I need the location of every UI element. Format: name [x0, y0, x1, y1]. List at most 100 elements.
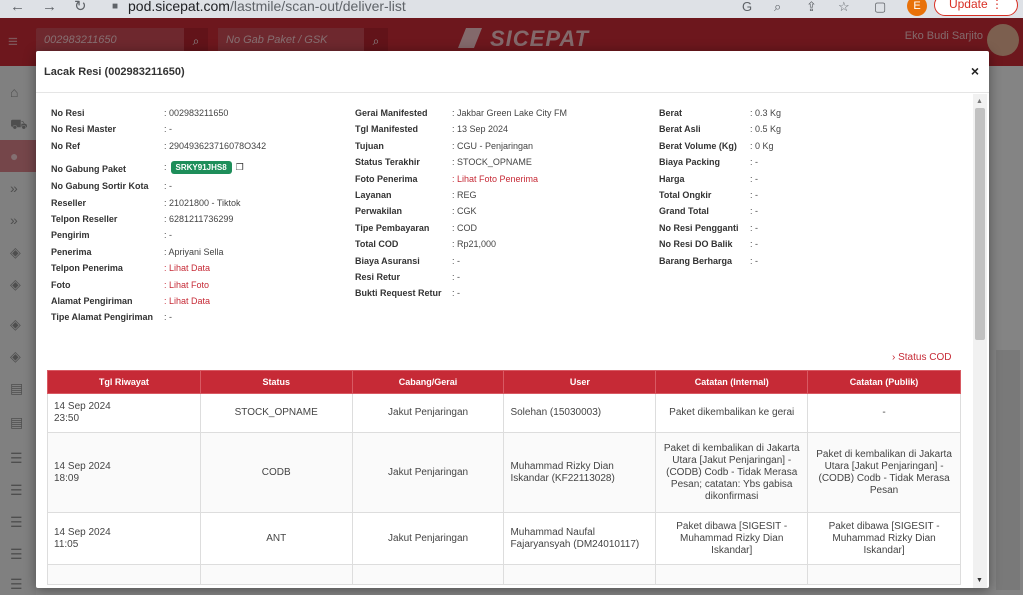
time-text: 18:09 [54, 472, 80, 484]
lock-icon: ■ [112, 1, 119, 12]
info-label: Biaya Packing [659, 157, 721, 168]
cell-public-note: - [807, 393, 961, 433]
info-value: : REG [452, 190, 477, 200]
info-label: Grand Total [659, 206, 709, 217]
modal-body: No Resi: 002983211650 No Resi Master: - No… [36, 94, 989, 588]
info-value-text: : - [452, 255, 460, 266]
update-button[interactable]: Update ⋮ [934, 0, 1018, 16]
info-row: Foto Penerima: Lihat Foto Penerima [355, 174, 645, 190]
info-value: : - [164, 230, 172, 240]
profile-avatar[interactable]: E [907, 0, 927, 16]
col-header-user: User [503, 370, 657, 394]
cell-branch: Jakut Penjaringan [351, 432, 505, 513]
info-label: Berat Asli [659, 124, 701, 135]
info-value-text[interactable]: : Lihat Foto Penerima [452, 174, 538, 184]
info-row: No Ref: 290493623716078O342 [51, 141, 351, 157]
share-icon[interactable]: ⇪ [806, 0, 817, 16]
info-value: : CGK [452, 206, 477, 216]
info-link[interactable]: : Lihat Data [164, 296, 210, 306]
copy-icon[interactable]: ❐ [236, 162, 244, 173]
info-label: Harga [659, 173, 685, 184]
info-row: Biaya Packing : - [659, 157, 959, 173]
info-row: Tgl Manifested: 13 Sep 2024 [355, 124, 645, 140]
info-row: Total COD: Rp21,000 [355, 239, 645, 255]
date-text: 14 Sep 2024 [54, 460, 111, 472]
info-link[interactable]: : Lihat Foto Penerima [452, 174, 538, 184]
modal-title: Lacak Resi (002983211650) [44, 66, 185, 78]
info-row: No Resi: 002983211650 [51, 108, 351, 124]
info-row: Perwakilan : CGK [355, 206, 645, 222]
cell-user: Muhammad Rizky Dian Iskandar (KF22113028… [503, 432, 657, 513]
info-row: Pengirim: - [51, 230, 351, 246]
info-value-text[interactable]: : Lihat Data [164, 263, 210, 273]
tab-window-icon[interactable]: ▢ [874, 0, 886, 16]
reload-icon[interactable]: ↻ [74, 0, 87, 16]
info-label: Biaya Asuransi [355, 255, 420, 266]
info-value: : - [452, 272, 460, 282]
info-value-text: : Jakbar Green Lake City FM [452, 108, 568, 118]
zoom-icon[interactable]: ⌕ [774, 0, 781, 16]
scrollbar-thumb[interactable] [975, 108, 985, 340]
info-row: Tipe Alamat Pengiriman: - [51, 312, 351, 328]
info-column-shipment: No Resi: 002983211650 No Resi Master: - No… [51, 108, 351, 329]
info-row: Tujuan: CGU - Penjaringan [355, 141, 645, 157]
info-row: Tipe Pembayaran: COD [355, 223, 645, 239]
info-value-text: : Apriyani Sella [164, 246, 224, 257]
info-row: Harga: - [659, 174, 959, 190]
info-value: : 0 Kg [750, 141, 774, 151]
forward-arrow-icon[interactable]: → [42, 0, 57, 16]
info-label: No Resi Pengganti [659, 222, 739, 233]
info-row: Biaya Asuransi : - [355, 256, 645, 272]
time-text: 11:05 [54, 538, 79, 550]
info-row: No Resi Pengganti : - [659, 223, 959, 239]
col-header-internal-note: Catatan (Internal) [655, 370, 809, 394]
info-value: : 21021800 - Tiktok [164, 198, 241, 208]
info-value: : COD [452, 223, 477, 233]
info-value-text: : - [750, 206, 758, 217]
info-row: No Gabung Sortir Kota: - [51, 181, 351, 197]
info-label: Perwakilan [355, 206, 403, 217]
info-value-text: : Rp21,000 [452, 239, 497, 250]
back-arrow-icon[interactable]: ← [10, 0, 25, 16]
info-value-text[interactable]: : Lihat Data [164, 296, 210, 306]
modal-scrollbar[interactable]: ▲ ▼ [973, 94, 987, 588]
info-value: : - [164, 312, 172, 322]
info-value-text: : - [750, 222, 758, 233]
info-link[interactable]: : Lihat Foto [164, 280, 209, 290]
gabung-paket-badge[interactable]: SRKY91JHS8 [170, 161, 232, 175]
info-value-text: : COD [452, 222, 478, 233]
info-value-text: : - [750, 189, 758, 200]
col-header-date: Tgl Riwayat [47, 370, 201, 394]
info-value-text: : STOCK_OPNAME [452, 157, 532, 168]
url-path: /lastmile/scan-out/deliver-list [229, 0, 406, 14]
address-bar[interactable]: pod.sicepat.com/lastmile/scan-out/delive… [128, 0, 406, 15]
info-label: Bukti Request Retur [355, 288, 442, 299]
cell-user: Solehan (15030003) [503, 393, 657, 433]
cell-public-note: Paket di kembalikan di Jakarta Utara [Ja… [807, 432, 961, 513]
scroll-down-icon[interactable]: ▼ [976, 577, 983, 584]
cell-internal-note: Paket di kembalikan di Jakarta Utara [Ja… [655, 432, 809, 513]
info-value-text[interactable]: : Lihat Foto [164, 280, 209, 290]
cell-date: 14 Sep 2024 11:05 [47, 512, 201, 565]
info-value: : 13 Sep 2024 [452, 124, 508, 134]
scroll-up-icon[interactable]: ▲ [976, 98, 983, 105]
status-cod-link[interactable]: › Status COD [892, 352, 951, 363]
info-label: No Gabung Sortir Kota [51, 181, 149, 192]
info-value-text: : - [750, 157, 758, 168]
info-row: Foto: Lihat Foto [51, 280, 351, 296]
info-column-manifest: Gerai Manifested: Jakbar Green Lake City… [355, 108, 645, 305]
info-value-text: : CGK [452, 206, 477, 217]
info-row: Bukti Request Retur: - [355, 288, 645, 304]
info-row: Status Terakhir: STOCK_OPNAME [355, 157, 645, 173]
info-value-text: : 002983211650 [164, 108, 229, 118]
info-link[interactable]: : Lihat Data [164, 263, 210, 273]
close-icon[interactable]: × [971, 63, 979, 79]
info-label: Layanan [355, 189, 392, 200]
bookmark-star-icon[interactable]: ☆ [838, 0, 850, 16]
info-value: : - [750, 239, 758, 249]
cell-status: CODB [199, 432, 353, 513]
cell-branch: Jakut Penjaringan [351, 512, 505, 565]
google-icon[interactable]: G [742, 0, 752, 16]
info-row: Telpon Penerima: Lihat Data [51, 263, 351, 279]
cell-empty [655, 564, 809, 585]
